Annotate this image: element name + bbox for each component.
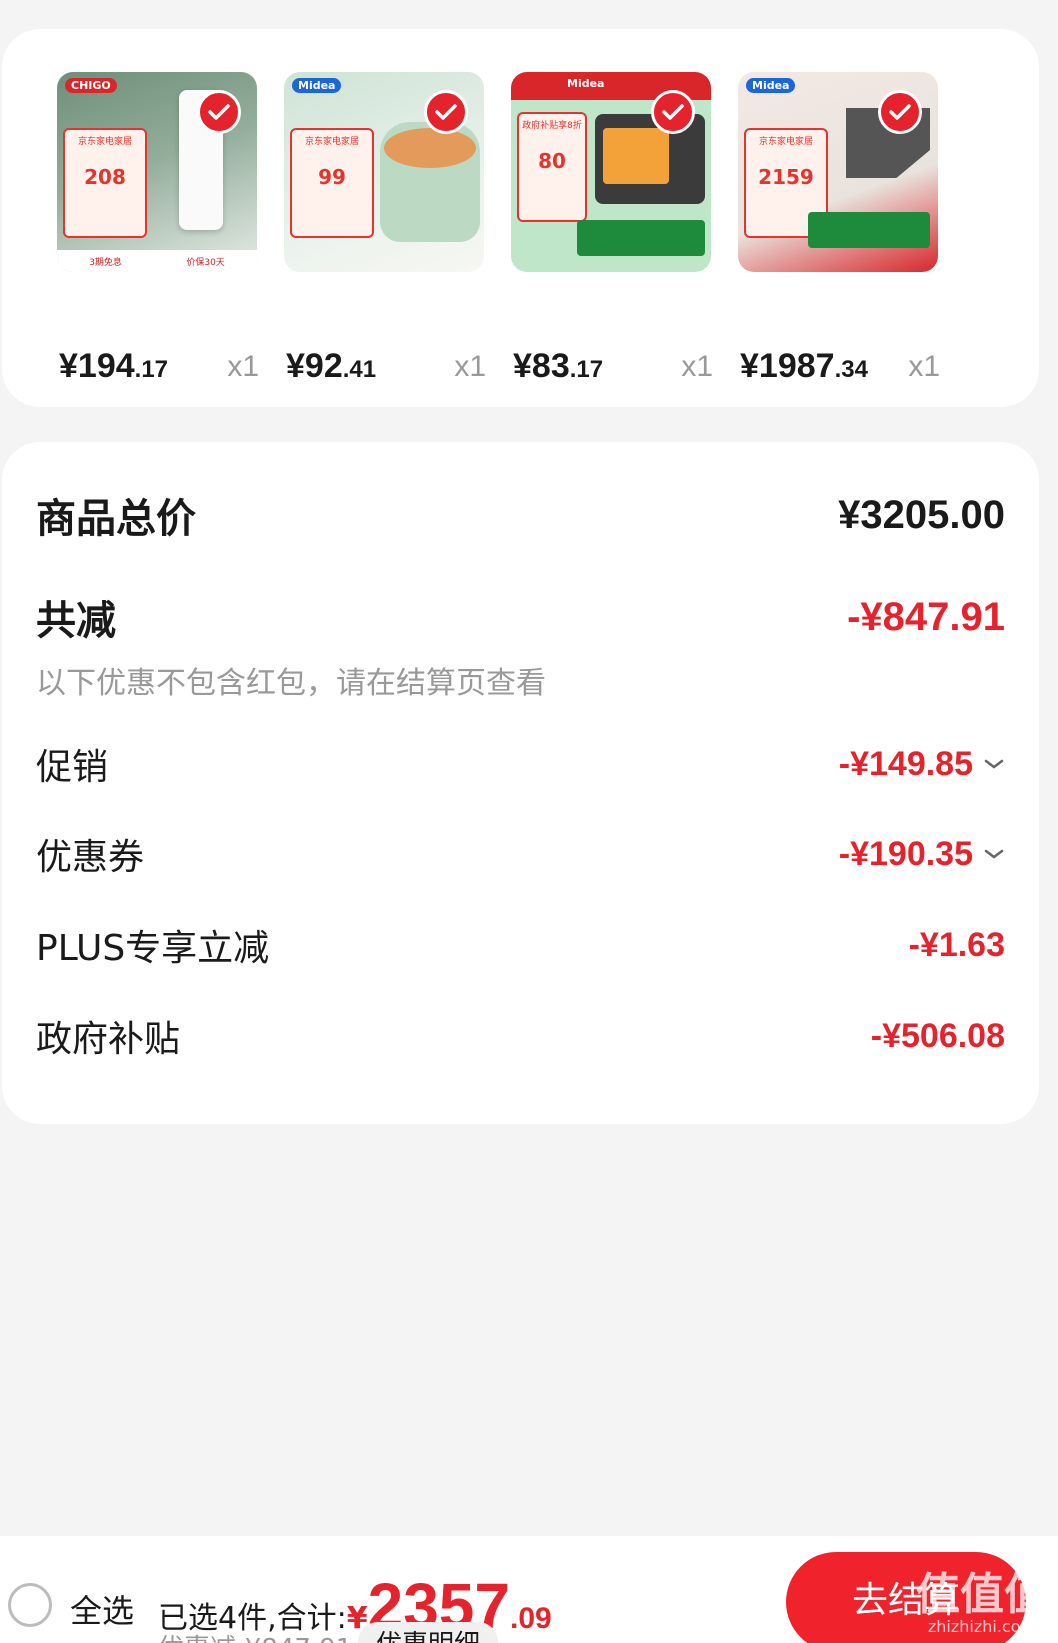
selected-check-icon[interactable] bbox=[878, 90, 922, 134]
select-all-label[interactable]: 全选 bbox=[70, 1586, 134, 1632]
discount-detail-button[interactable]: 优惠明细 bbox=[358, 1622, 499, 1643]
product-thumbnail[interactable]: Midea 政府补贴享8折 80 bbox=[511, 72, 711, 272]
product-price: ¥83.17 bbox=[513, 347, 604, 385]
product-thumbnail[interactable]: Midea 京东家电家居 2159 bbox=[738, 72, 938, 272]
selected-check-icon[interactable] bbox=[197, 90, 241, 134]
total-price-label: 商品总价 bbox=[36, 496, 196, 542]
promo-box: 京东家电家居 208 bbox=[63, 128, 147, 238]
promo-box: 政府补贴享8折 80 bbox=[517, 112, 587, 222]
site-watermark: 值值值 zhizhizhi.com bbox=[916, 1569, 1048, 1636]
gov-subsidy-row: 政府补贴 -¥506.08 bbox=[36, 1010, 1005, 1062]
promotion-row[interactable]: 促销 -¥149.85 bbox=[36, 738, 1005, 790]
promo-price: 80 bbox=[538, 149, 566, 173]
brand-tag: Midea bbox=[567, 77, 605, 90]
coupon-row[interactable]: 优惠券 -¥190.35 bbox=[36, 828, 1005, 880]
total-reduction-label: 共减 bbox=[36, 598, 116, 644]
selected-check-icon[interactable] bbox=[424, 90, 468, 134]
gov-subsidy-label: 政府补贴 bbox=[36, 1019, 181, 1060]
product-quantity: x1 bbox=[681, 350, 713, 383]
bottom-band: 3期免息 价保30天 bbox=[57, 250, 257, 272]
total-price-value: ¥3205.00 bbox=[838, 492, 1005, 537]
oven-window-shape bbox=[603, 128, 669, 184]
plus-discount-label: PLUS专享立减 bbox=[36, 928, 270, 969]
promo-box: 京东家电家居 99 bbox=[290, 128, 374, 238]
chevron-down-icon[interactable] bbox=[983, 847, 1005, 861]
promo-price: 2159 bbox=[758, 165, 814, 189]
brand-tag: CHIGO bbox=[65, 78, 117, 93]
product-price-row: ¥83.17 x1 bbox=[511, 342, 721, 392]
product-price: ¥194.17 bbox=[59, 347, 169, 385]
coupon-value[interactable]: -¥190.35 bbox=[839, 835, 1005, 874]
food-shape bbox=[384, 128, 476, 168]
coupon-label: 优惠券 bbox=[36, 837, 145, 878]
discount-summary: 优惠减:¥847.91 bbox=[158, 1628, 352, 1643]
total-reduction-value: -¥847.91 bbox=[847, 594, 1005, 639]
promo-price: 99 bbox=[318, 165, 346, 189]
reduction-note-row: 以下优惠不包含红包，请在结算页查看 bbox=[36, 658, 1005, 702]
sum-decimal: .09 bbox=[509, 1602, 552, 1635]
subsidy-banner bbox=[577, 220, 705, 256]
brand-tag: Midea bbox=[746, 78, 796, 93]
product-price: ¥92.41 bbox=[286, 347, 377, 385]
select-all-radio[interactable] bbox=[8, 1583, 52, 1627]
brand-tag: Midea bbox=[292, 78, 342, 93]
product-price-row: ¥1987.34 x1 bbox=[738, 342, 948, 392]
promotion-value[interactable]: -¥149.85 bbox=[839, 745, 1005, 784]
subsidy-banner bbox=[808, 212, 930, 248]
total-reduction-row: 共减 -¥847.91 bbox=[36, 588, 1005, 646]
promotion-label: 促销 bbox=[36, 747, 109, 788]
product-price: ¥1987.34 bbox=[740, 347, 868, 385]
selected-products-card: CHIGO 京东家电家居 208 3期免息 价保30天 ¥194.17 x1 Mi… bbox=[2, 29, 1039, 407]
product-quantity: x1 bbox=[454, 350, 486, 383]
product-price-row: ¥92.41 x1 bbox=[284, 342, 494, 392]
plus-discount-row: PLUS专享立减 -¥1.63 bbox=[36, 919, 1005, 971]
gov-subsidy-value: -¥506.08 bbox=[870, 1016, 1005, 1055]
product-thumbnail[interactable]: CHIGO 京东家电家居 208 3期免息 价保30天 bbox=[57, 72, 257, 272]
price-summary-card: 商品总价 ¥3205.00 共减 -¥847.91 以下优惠不包含红包，请在结算… bbox=[2, 442, 1039, 1124]
reduction-note: 以下优惠不包含红包，请在结算页查看 bbox=[36, 666, 546, 701]
checkout-bar: 全选 已选4件,合计: ¥ 2357 .09 优惠减:¥847.91 优惠明细 … bbox=[0, 1536, 1058, 1643]
product-quantity: x1 bbox=[227, 350, 259, 383]
total-price-row: 商品总价 ¥3205.00 bbox=[36, 486, 1005, 544]
chevron-down-icon[interactable] bbox=[983, 757, 1005, 771]
product-quantity: x1 bbox=[908, 350, 940, 383]
selected-check-icon[interactable] bbox=[651, 90, 695, 134]
plus-discount-value: -¥1.63 bbox=[908, 925, 1005, 964]
product-thumbnail[interactable]: Midea 京东家电家居 99 bbox=[284, 72, 484, 272]
product-price-row: ¥194.17 x1 bbox=[57, 342, 267, 392]
promo-price: 208 bbox=[84, 165, 126, 189]
